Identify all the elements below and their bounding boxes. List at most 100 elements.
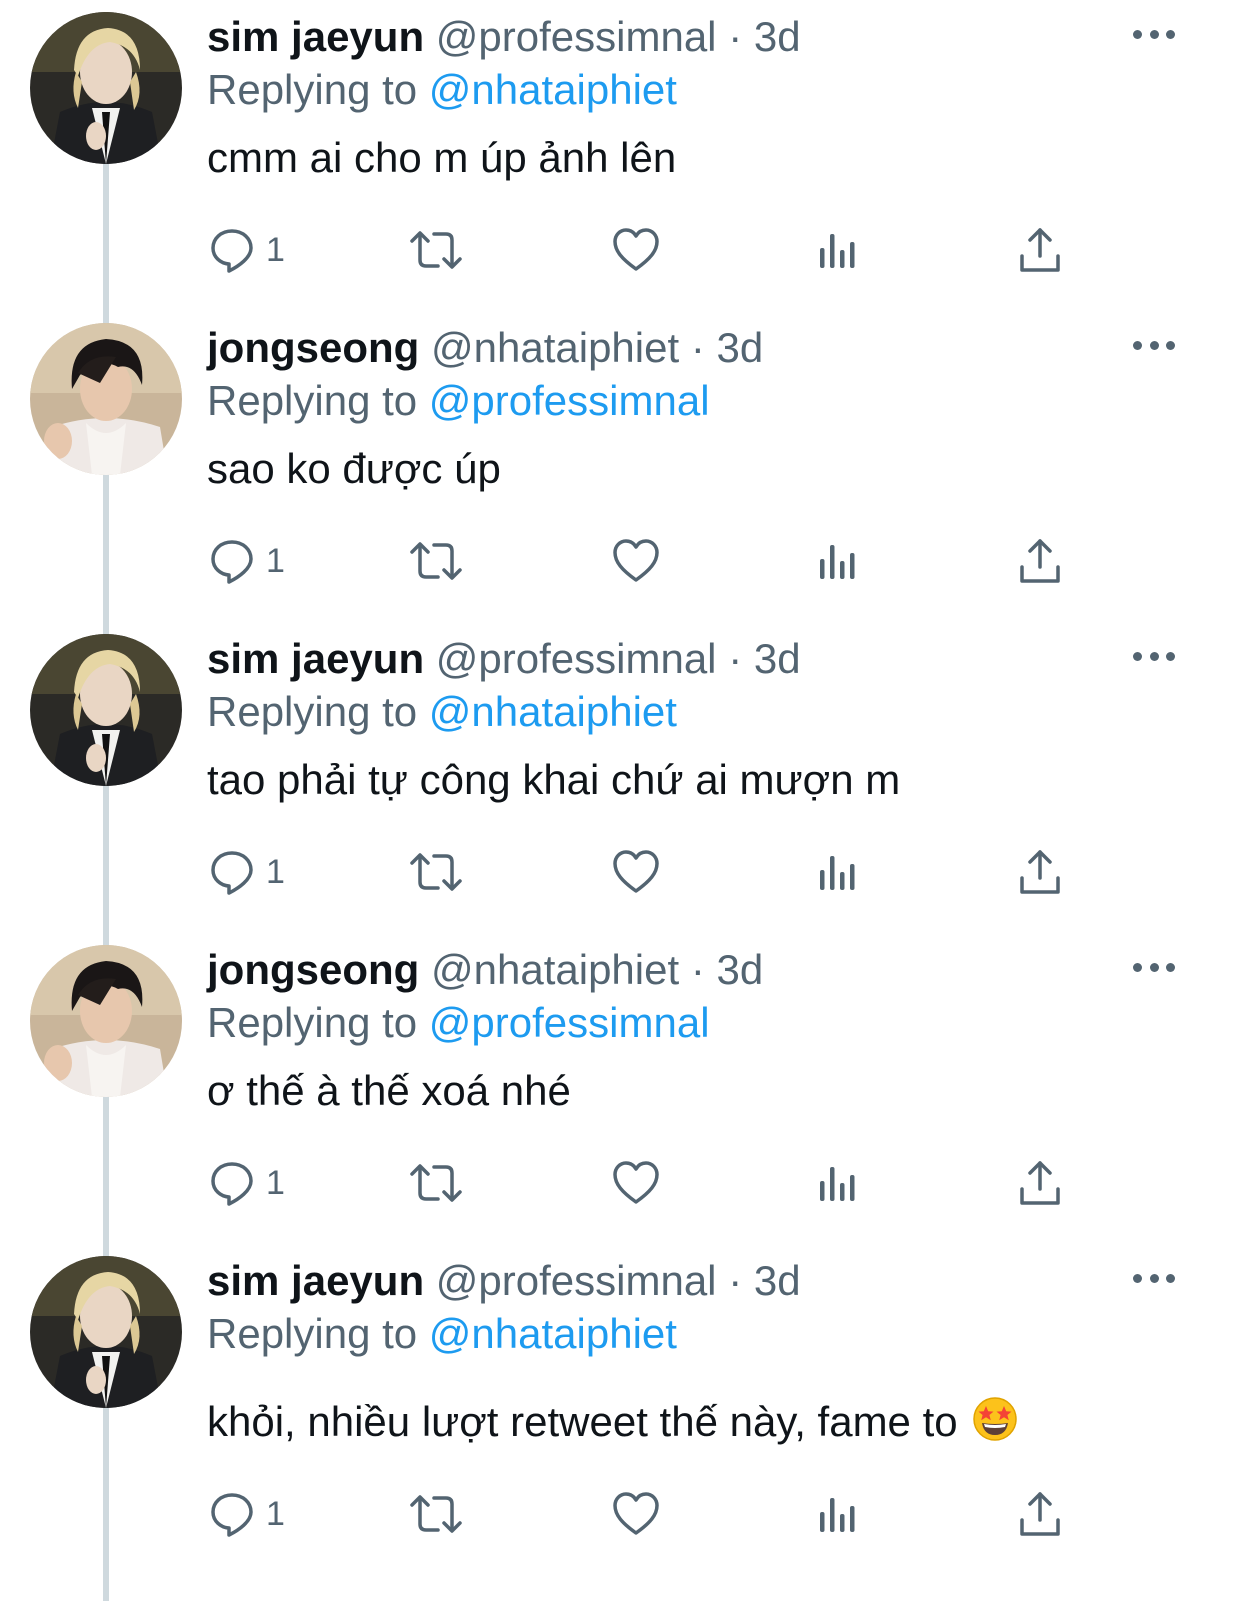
retweet-button[interactable] [408,1486,464,1542]
like-button[interactable] [612,533,660,589]
more-options-icon[interactable] [1133,26,1175,42]
more-options-icon[interactable] [1133,337,1175,353]
timestamp[interactable]: 3d [754,1257,801,1304]
timestamp[interactable]: 3d [717,324,764,371]
share-button[interactable] [1016,844,1064,900]
replying-to-line: Replying to @nhataiphiet [207,1307,677,1361]
avatar-dark-hair-image [30,945,182,1097]
user-handle[interactable]: @professimnal [436,635,717,682]
analytics-button[interactable] [816,533,860,589]
tweet-text: sao ko được úp [207,445,501,492]
like-button[interactable] [612,1486,660,1542]
user-handle[interactable]: @nhataiphiet [431,324,679,371]
reply-icon [211,540,253,584]
separator-dot: · [728,1257,743,1304]
reply-count: 1 [266,541,285,580]
star-struck-emoji-icon [972,1396,1018,1456]
share-icon [1020,1161,1060,1205]
like-button[interactable] [612,1155,660,1211]
replying-to-line: Replying to @professimnal [207,996,710,1050]
share-button[interactable] [1016,1155,1064,1211]
reply-count: 1 [266,1494,285,1533]
tweet-header: sim jaeyun @professimnal · 3d [207,1254,801,1308]
avatar[interactable] [30,12,182,164]
replying-to-label: Replying to [207,1310,418,1357]
separator-dot: · [728,13,743,60]
user-handle[interactable]: @professimnal [436,13,717,60]
reply-button[interactable]: 1 [208,222,285,278]
replying-to-mention[interactable]: @nhataiphiet [429,1310,677,1357]
avatar-blonde-image [30,1256,182,1408]
replying-to-label: Replying to [207,66,418,113]
tweet[interactable]: sim jaeyun @professimnal · 3d Replying t… [0,622,1242,933]
reply-icon [211,851,253,895]
separator-dot: · [690,946,705,993]
reply-icon [211,1162,253,1206]
timestamp[interactable]: 3d [754,635,801,682]
avatar[interactable] [30,634,182,786]
reply-count: 1 [266,852,285,891]
more-options-icon[interactable] [1133,648,1175,664]
retweet-icon [410,853,462,891]
reply-button[interactable]: 1 [208,1155,285,1211]
analytics-icon [820,545,855,579]
replying-to-label: Replying to [207,999,418,1046]
reply-button[interactable]: 1 [208,844,285,900]
share-icon [1020,1492,1060,1536]
tweet-text: cmm ai cho m úp ảnh lên [207,134,677,181]
replying-to-line: Replying to @professimnal [207,374,710,428]
avatar-blonde-image [30,12,182,164]
retweet-button[interactable] [408,533,464,589]
reply-button[interactable]: 1 [208,1486,285,1542]
user-handle[interactable]: @professimnal [436,1257,717,1304]
tweet-header: jongseong @nhataiphiet · 3d [207,943,763,997]
share-button[interactable] [1016,533,1064,589]
avatar[interactable] [30,945,182,1097]
tweet-text: tao phải tự công khai chứ ai mượn m [207,756,901,803]
analytics-icon [820,1167,855,1201]
retweet-button[interactable] [408,222,464,278]
tweet-actions: 1 [0,533,1242,589]
tweet[interactable]: jongseong @nhataiphiet · 3d Replying to … [0,933,1242,1244]
separator-dot: · [728,635,743,682]
heart-icon [613,1161,659,1204]
more-options-icon[interactable] [1133,959,1175,975]
share-button[interactable] [1016,1486,1064,1542]
display-name[interactable]: jongseong [207,324,419,371]
analytics-button[interactable] [816,844,860,900]
tweet-actions: 1 [0,1486,1242,1542]
display-name[interactable]: sim jaeyun [207,1257,424,1304]
tweet-header: sim jaeyun @professimnal · 3d [207,632,801,686]
display-name[interactable]: jongseong [207,946,419,993]
display-name[interactable]: sim jaeyun [207,13,424,60]
display-name[interactable]: sim jaeyun [207,635,424,682]
like-button[interactable] [612,222,660,278]
share-icon [1020,539,1060,583]
separator-dot: · [690,324,705,371]
avatar[interactable] [30,323,182,475]
timestamp[interactable]: 3d [754,13,801,60]
avatar[interactable] [30,1256,182,1408]
tweet[interactable]: sim jaeyun @professimnal · 3d Replying t… [0,0,1242,311]
analytics-button[interactable] [816,1486,860,1542]
replying-to-mention[interactable]: @nhataiphiet [429,66,677,113]
retweet-button[interactable] [408,1155,464,1211]
retweet-button[interactable] [408,844,464,900]
more-options-icon[interactable] [1133,1270,1175,1286]
analytics-button[interactable] [816,222,860,278]
analytics-button[interactable] [816,1155,860,1211]
tweet-actions: 1 [0,1155,1242,1211]
retweet-icon [410,1164,462,1202]
timestamp[interactable]: 3d [717,946,764,993]
share-button[interactable] [1016,222,1064,278]
user-handle[interactable]: @nhataiphiet [431,946,679,993]
analytics-icon [820,234,855,268]
tweet[interactable]: sim jaeyun @professimnal · 3d Replying t… [0,1244,1242,1601]
replying-to-mention[interactable]: @nhataiphiet [429,688,677,735]
reply-button[interactable]: 1 [208,533,285,589]
like-button[interactable] [612,844,660,900]
tweet[interactable]: jongseong @nhataiphiet · 3d Replying to … [0,311,1242,622]
replying-to-mention[interactable]: @professimnal [429,377,710,424]
reply-icon [211,1493,253,1537]
replying-to-mention[interactable]: @professimnal [429,999,710,1046]
